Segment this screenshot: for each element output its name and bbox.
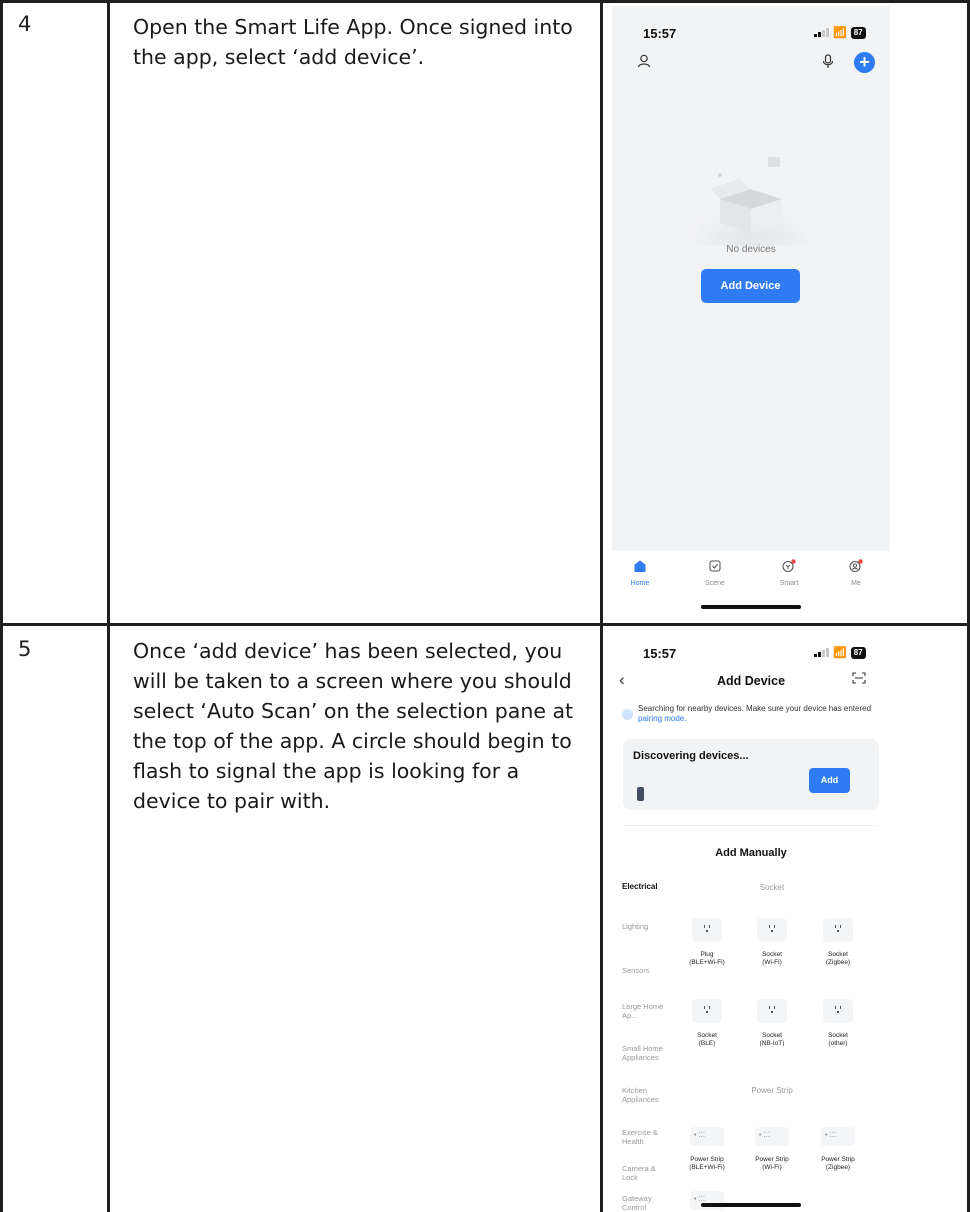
search-text: Searching for nearby devices. Make sure … (638, 704, 872, 713)
socket-icon (767, 1005, 777, 1015)
tab-label: Me (851, 580, 861, 587)
socket-icon (702, 1005, 712, 1015)
scene-icon (709, 560, 721, 572)
scan-icon[interactable] (852, 672, 866, 684)
smart-icon (782, 559, 796, 573)
status-icons: 📶 87 (814, 26, 866, 39)
table-border-top (0, 0, 970, 3)
power-strip-tile[interactable] (690, 1127, 724, 1146)
tab-label: Scene (705, 580, 725, 587)
phone-screenshot-home: 15:57 📶 87 + No devices Add Device Home … (612, 6, 890, 618)
home-indicator (701, 1203, 801, 1207)
table-border-left (0, 0, 3, 1212)
divider (623, 825, 879, 826)
signal-icon (814, 648, 829, 657)
pairing-mode-link[interactable]: pairing mode. (638, 714, 686, 723)
wifi-icon: 📶 (833, 647, 847, 659)
category-item[interactable]: Kitchen Appliances (622, 1086, 664, 1104)
home-icon (634, 560, 646, 572)
device-label[interactable]: Plug (BLE+Wi-Fi) (677, 951, 737, 967)
status-time: 15:57 (643, 26, 677, 41)
socket-icon (702, 924, 712, 934)
device-label[interactable]: Power Strip (BLE+Wi-Fi) (677, 1156, 737, 1172)
device-label[interactable]: Power Strip (Zigbee) (808, 1156, 868, 1172)
scanning-circle-icon (622, 709, 633, 720)
socket-device-tile[interactable] (692, 918, 722, 942)
bottom-tab-bar: Home Scene Smart Me (612, 551, 890, 618)
socket-device-tile[interactable] (692, 999, 722, 1023)
add-manually-title: Add Manually (715, 847, 787, 859)
category-item[interactable]: Exercise & Health (622, 1128, 662, 1146)
add-device-button[interactable]: Add Device (701, 269, 800, 303)
socket-device-tile[interactable] (757, 918, 787, 942)
wifi-icon: 📶 (833, 27, 847, 39)
tab-label: Smart (779, 580, 799, 587)
socket-icon (833, 1005, 843, 1015)
power-strip-tile[interactable] (755, 1127, 789, 1146)
category-item[interactable]: Lighting (622, 922, 648, 931)
socket-device-tile[interactable] (823, 999, 853, 1023)
empty-box-illustration (687, 157, 815, 246)
device-label[interactable]: Power Strip (Wi-Fi) (742, 1156, 802, 1172)
category-item[interactable]: Camera & Lock (622, 1164, 662, 1182)
microphone-icon[interactable] (822, 54, 834, 69)
step-description: Once ‘add device’ has been selected, you… (133, 639, 574, 813)
device-label[interactable]: Socket (Zigbee) (808, 951, 868, 967)
socket-icon (833, 924, 843, 934)
section-socket: Socket (759, 883, 785, 892)
category-item[interactable]: Large Home Ap... (622, 1002, 666, 1020)
phone-screenshot-add-device: 15:57 📶 87 ‹ Add Device Searching for ne… (612, 632, 890, 1210)
socket-device-tile[interactable] (757, 999, 787, 1023)
tab-scene[interactable]: Scene (690, 559, 740, 587)
status-icons: 📶 87 (814, 646, 866, 659)
device-label[interactable]: Socket (Wi-Fi) (742, 951, 802, 967)
tab-label: Home (630, 580, 650, 587)
socket-device-tile[interactable] (823, 918, 853, 942)
category-item[interactable]: Small Home Appliances (622, 1044, 668, 1062)
category-item[interactable]: Electrical (622, 882, 658, 891)
status-time: 15:57 (643, 646, 677, 661)
search-status: Searching for nearby devices. Make sure … (622, 704, 882, 724)
device-label[interactable]: Socket (BLE) (677, 1032, 737, 1048)
device-label[interactable]: Socket (NB-IoT) (742, 1032, 802, 1048)
profile-icon[interactable] (637, 54, 651, 68)
battery-icon: 87 (850, 646, 866, 659)
step-number: 5 (18, 637, 32, 661)
section-power-strip: Power Strip (751, 1086, 793, 1095)
discovering-title: Discovering devices... (633, 750, 749, 762)
tab-home[interactable]: Home (615, 559, 665, 587)
tab-smart[interactable]: Smart (764, 559, 814, 587)
user-icon (849, 559, 863, 573)
discovering-card: Discovering devices... Add (623, 739, 879, 810)
home-indicator (701, 605, 801, 609)
no-devices-text: No devices (726, 244, 776, 255)
device-label[interactable]: Socket (other) (808, 1032, 868, 1048)
battery-icon: 87 (850, 26, 866, 39)
category-item[interactable]: Gateway Control (622, 1194, 662, 1210)
column-divider-1 (107, 0, 110, 1212)
column-divider-2 (600, 0, 603, 1212)
step-description: Open the Smart Life App. Once signed int… (133, 15, 573, 69)
tab-me[interactable]: Me (831, 559, 881, 587)
discover-add-button[interactable]: Add (809, 768, 850, 793)
add-plus-button[interactable]: + (854, 52, 875, 73)
row-divider (0, 623, 970, 626)
page-title: Add Device (716, 674, 786, 688)
power-strip-tile[interactable] (821, 1127, 855, 1146)
signal-icon (814, 28, 829, 37)
category-item[interactable]: Sensors (622, 966, 650, 975)
device-icon (637, 787, 644, 801)
power-strip-tile[interactable] (690, 1191, 724, 1210)
socket-icon (767, 924, 777, 934)
step-number: 4 (18, 12, 32, 36)
